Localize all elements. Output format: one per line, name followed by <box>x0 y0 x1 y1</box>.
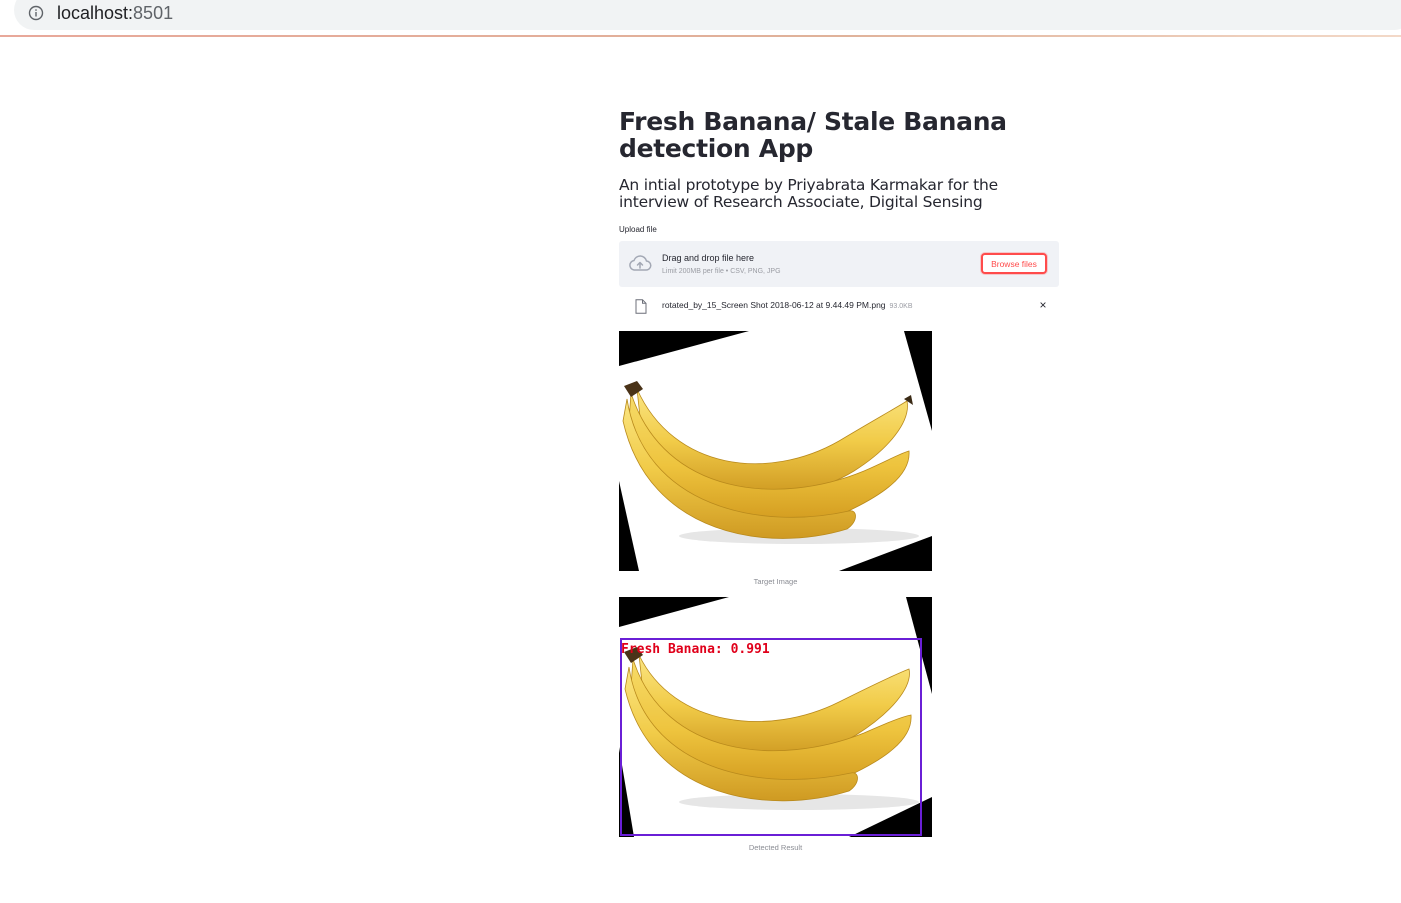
page-title: Fresh Banana/ Stale Banana detection App <box>619 107 1007 163</box>
browse-files-button[interactable]: Browse files <box>981 253 1047 274</box>
upload-label: Upload file <box>619 225 657 234</box>
banana-photo <box>619 331 932 571</box>
address-bar[interactable] <box>14 0 1401 30</box>
page-subtitle: An intial prototype by Priyabrata Karmak… <box>619 176 998 211</box>
url-port: 8501 <box>133 3 174 23</box>
uploaded-file-name: rotated_by_15_Screen Shot 2018-06-12 at … <box>662 300 913 310</box>
cloud-upload-icon <box>629 255 652 271</box>
info-icon[interactable] <box>28 5 44 21</box>
close-icon[interactable]: × <box>1037 299 1049 311</box>
detection-label: Fresh Banana: 0.991 <box>621 642 770 657</box>
file-size: 93.0KB <box>889 303 913 310</box>
target-image <box>619 331 932 571</box>
target-image-caption: Target Image <box>753 577 798 586</box>
uploaded-file-row: rotated_by_15_Screen Shot 2018-06-12 at … <box>619 293 1059 319</box>
file-dropzone[interactable]: Drag and drop file here Limit 200MB per … <box>619 241 1059 287</box>
page-load-progress <box>0 35 1401 37</box>
detected-result-image: Fresh Banana: 0.991 <box>619 597 932 837</box>
dropzone-title: Drag and drop file here <box>662 253 755 263</box>
browser-toolbar: localhost:8501 <box>0 0 1401 35</box>
dropzone-limit: Limit 200MB per file • CSV, PNG, JPG <box>662 268 781 275</box>
detection-photo: Fresh Banana: 0.991 <box>619 597 932 837</box>
url-host: localhost: <box>57 3 134 23</box>
file-icon <box>635 299 647 314</box>
url-text[interactable]: localhost:8501 <box>57 3 173 24</box>
detected-result-caption: Detected Result <box>748 843 803 852</box>
file-name-text: rotated_by_15_Screen Shot 2018-06-12 at … <box>662 300 886 310</box>
